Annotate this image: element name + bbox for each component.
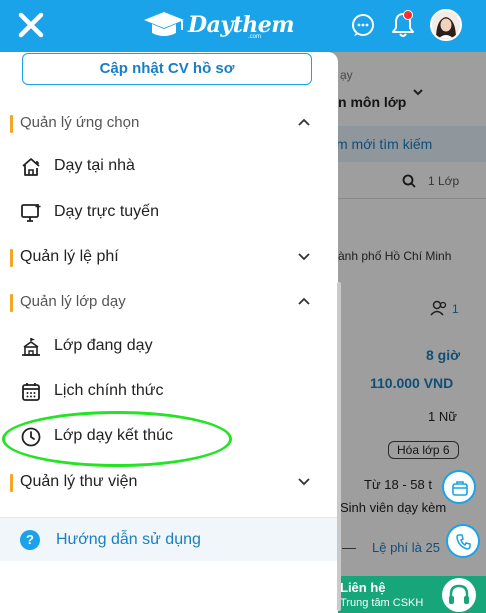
chevron-down-icon	[298, 253, 310, 261]
calendar-icon	[22, 383, 40, 401]
phone-icon	[456, 534, 471, 550]
menu-item-lop-dang-day[interactable]: Lớp đang dạy	[18, 333, 298, 363]
bag-button[interactable]	[442, 470, 476, 504]
contact-bar[interactable]: Liên hệ Trung tâm CSKH	[336, 576, 486, 613]
menu-item-lich-chinh-thuc[interactable]: Lịch chính thức	[18, 378, 298, 408]
brand-logo[interactable]: Daythem .com	[140, 6, 295, 42]
notification-dot	[403, 10, 413, 20]
menu-label: Lớp dạy kết thúc	[54, 427, 174, 444]
section-quan-ly-lop-day[interactable]: Quản lý lớp dạy	[10, 289, 320, 317]
menu-label: Dạy trực tuyến	[54, 203, 159, 220]
top-bar: Daythem .com	[0, 0, 486, 52]
section-quan-ly-le-phi[interactable]: Quản lý lệ phí	[10, 244, 320, 272]
monitor-icon	[21, 204, 41, 222]
avatar[interactable]	[430, 9, 462, 41]
menu-label: Lớp đang dạy	[54, 337, 153, 354]
section-quan-ly-ung-chon[interactable]: Quản lý ứng chọn	[10, 110, 320, 138]
chevron-down-icon	[298, 478, 310, 486]
menu-item-day-truc-tuyen[interactable]: Dạy trực tuyến	[18, 199, 298, 229]
contact-title: Liên hệ	[340, 580, 386, 595]
section-accent	[10, 474, 13, 492]
chevron-up-icon	[298, 118, 310, 126]
graduation-cap-icon	[144, 12, 184, 36]
section-accent	[10, 249, 13, 267]
chevron-up-icon	[298, 297, 310, 305]
phone-button[interactable]	[446, 524, 480, 558]
update-cv-button[interactable]: Cập nhật CV hồ sơ	[22, 53, 312, 85]
classroom-icon	[22, 338, 40, 356]
section-title: Quản lý thư viện	[20, 473, 138, 490]
drawer-scrollbar[interactable]	[337, 282, 341, 611]
menu-label: Lịch chính thức	[54, 382, 164, 399]
brand-suffix: .com	[248, 34, 262, 40]
menu-item-lop-day-ket-thuc[interactable]: Lớp dạy kết thúc	[18, 423, 298, 453]
section-accent	[10, 115, 13, 133]
bag-icon	[452, 481, 468, 496]
menu-label: Dạy tại nhà	[54, 157, 135, 174]
section-quan-ly-thu-vien[interactable]: Quản lý thư viện	[10, 469, 320, 497]
menu-item-day-tai-nha[interactable]: Dạy tại nhà	[18, 153, 298, 183]
brand-name: Daythem	[188, 12, 295, 38]
close-icon[interactable]	[14, 8, 48, 42]
side-drawer: Cập nhật CV hồ sơ Quản lý ứng chọn Dạy t…	[0, 52, 338, 613]
clock-icon	[21, 427, 41, 447]
chat-icon[interactable]	[350, 12, 376, 38]
section-accent	[10, 294, 13, 312]
section-title: Quản lý ứng chọn	[20, 114, 140, 131]
headset-icon	[442, 578, 476, 612]
help-label: Hướng dẫn sử dụng	[56, 531, 201, 548]
home-icon	[22, 158, 40, 176]
help-icon: ?	[20, 530, 40, 550]
section-title: Quản lý lệ phí	[20, 248, 119, 265]
section-title: Quản lý lớp dạy	[20, 293, 126, 310]
help-row[interactable]: ? Hướng dẫn sử dụng	[0, 517, 338, 561]
contact-subtitle: Trung tâm CSKH	[340, 597, 424, 609]
